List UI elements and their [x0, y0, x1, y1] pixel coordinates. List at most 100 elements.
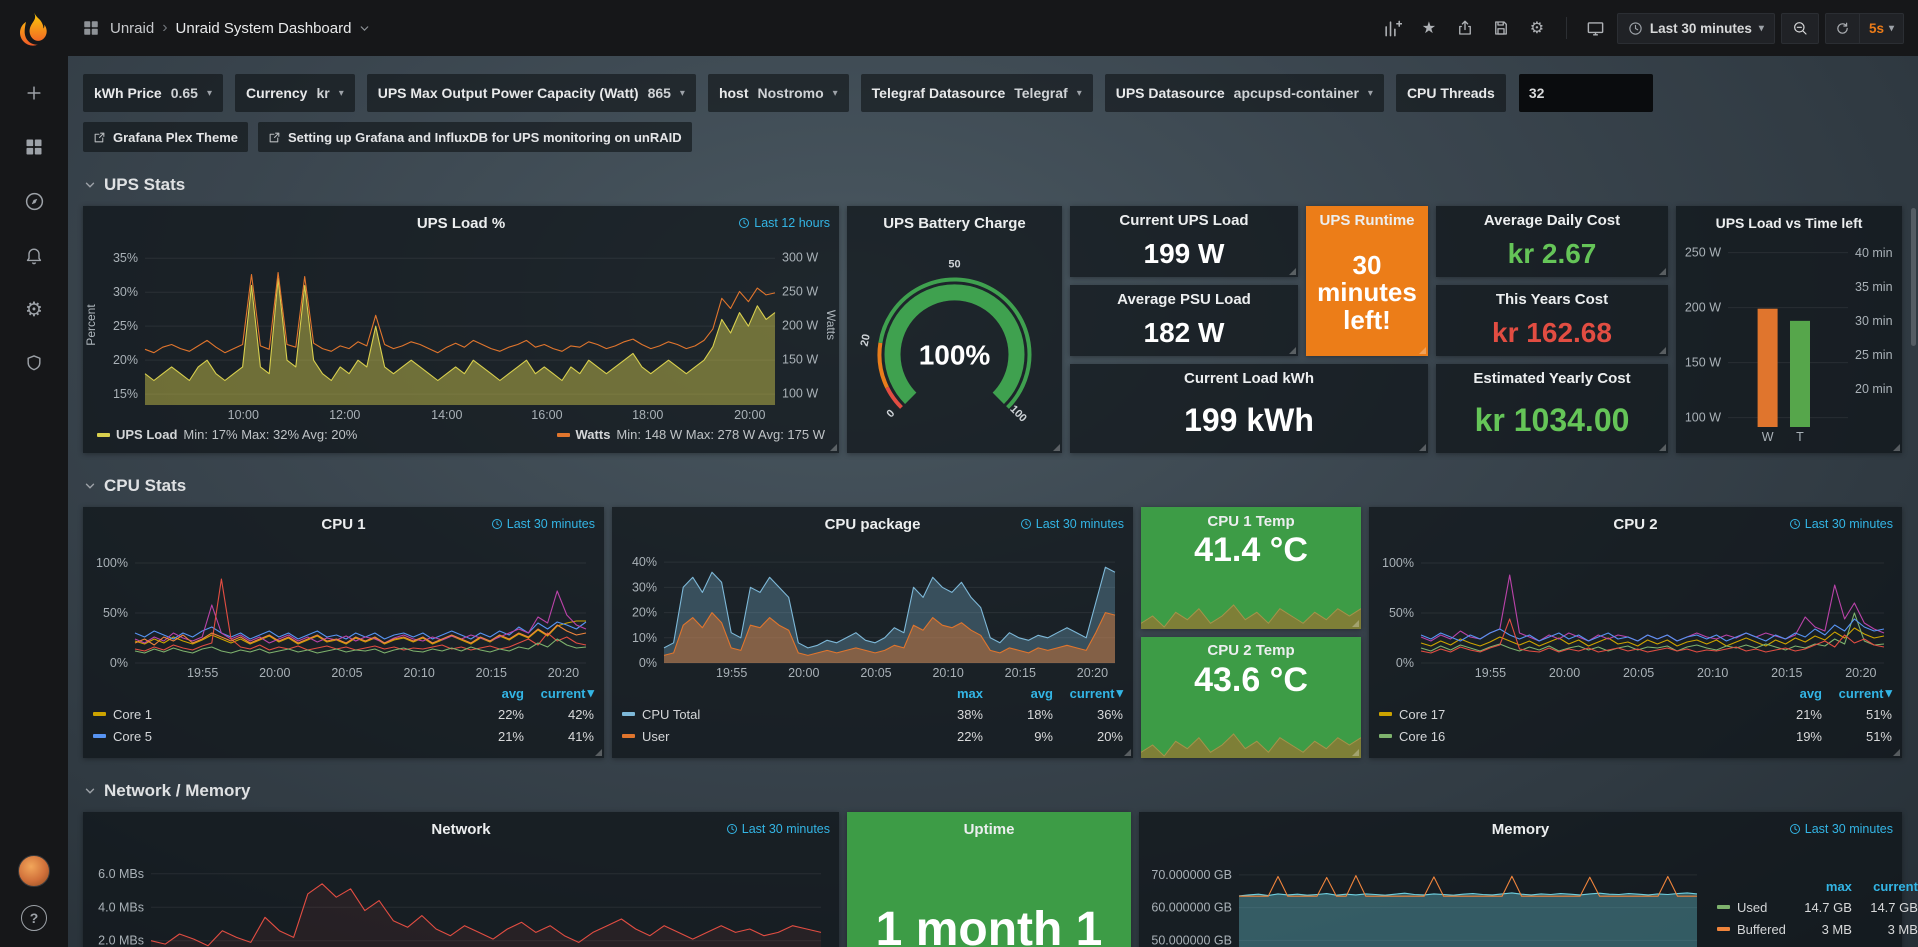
breadcrumb-app[interactable]: Unraid [110, 20, 154, 37]
svg-text:20:00: 20:00 [259, 666, 290, 680]
svg-text:2.0 MBs: 2.0 MBs [98, 934, 144, 947]
variable-currency[interactable]: Currency kr ▾ [235, 74, 355, 112]
svg-text:30 min: 30 min [1855, 314, 1893, 328]
stat-value: 30 minutes left! [1306, 252, 1428, 334]
time-picker-button[interactable]: Last 30 minutes ▾ [1617, 13, 1775, 44]
scrollbar[interactable] [1911, 208, 1916, 346]
legend-row[interactable]: Core 1 22% 42% [93, 703, 594, 725]
ups-load-chart[interactable]: 15%20%25%30%35%100 W150 W200 W250 W300 W… [101, 240, 821, 423]
svg-text:20:15: 20:15 [1771, 666, 1802, 680]
caret-down-icon: ▾ [1889, 23, 1894, 34]
panel-average-psu-load: Average PSU Load 182 W [1070, 285, 1298, 356]
svg-text:19:55: 19:55 [1475, 666, 1506, 680]
panel-header[interactable]: CPU 1 Last 30 minutes [83, 507, 604, 541]
row-header-network-memory[interactable]: Network / Memory [83, 778, 1908, 804]
row-header-ups-stats[interactable]: UPS Stats [83, 172, 1908, 198]
svg-text:19:55: 19:55 [187, 666, 218, 680]
stat-value: 182 W [1144, 318, 1225, 347]
refresh-button[interactable] [1826, 14, 1859, 43]
star-button[interactable]: ★ [1414, 13, 1444, 43]
panel-cpu-1: CPU 1 Last 30 minutes 0%50%100%19:5520:0… [83, 507, 604, 758]
svg-text:50%: 50% [1389, 606, 1414, 620]
svg-text:20:00: 20:00 [788, 666, 819, 680]
variable-ups-datasource[interactable]: UPS Datasource apcupsd-container ▾ [1105, 74, 1384, 112]
panel-header[interactable]: CPU 2 Last 30 minutes [1369, 507, 1902, 541]
breadcrumb-dashboard[interactable]: Unraid System Dashboard [176, 20, 352, 37]
variable-host[interactable]: host Nostromo ▾ [708, 74, 849, 112]
panel-header[interactable]: UPS Load % Last 12 hours [83, 206, 839, 240]
chevron-down-icon[interactable] [358, 22, 371, 35]
svg-text:0%: 0% [639, 656, 657, 670]
server-admin-shield-icon[interactable] [17, 346, 51, 380]
panel-header[interactable]: UPS Load vs Time left [1676, 206, 1902, 240]
ups-battery-gauge[interactable]: 02050100100% [855, 240, 1054, 445]
svg-text:19:55: 19:55 [716, 666, 747, 680]
configuration-gear-icon[interactable]: ⚙ [17, 292, 51, 326]
zoom-out-button[interactable] [1781, 13, 1819, 44]
save-button[interactable] [1486, 13, 1516, 43]
panel-header[interactable]: UPS Battery Charge [847, 206, 1062, 240]
legend-row[interactable]: CPU Total 38% 18% 36% [622, 703, 1123, 725]
explore-icon[interactable] [17, 184, 51, 218]
legend-item[interactable]: UPS Load Min: 17% Max: 32% Avg: 20% [97, 427, 357, 442]
legend: avg current▾ Core 1 22% 42% Core 5 [93, 683, 594, 747]
ups-stats-row: UPS Load % Last 12 hours Percent 15%20%2… [83, 206, 1908, 453]
dashboard-links: Grafana Plex Theme Setting up Grafana an… [83, 122, 1908, 152]
grafana-logo[interactable] [14, 10, 54, 50]
share-button[interactable] [1450, 13, 1480, 43]
svg-text:250 W: 250 W [782, 285, 818, 299]
panel-header[interactable]: Uptime [847, 812, 1131, 846]
panel-header[interactable]: CPU package Last 30 minutes [612, 507, 1133, 541]
legend-row[interactable]: User 22% 9% 20% [622, 725, 1123, 747]
refresh-interval-button[interactable]: 5s ▾ [1859, 14, 1903, 43]
cpu-threads-input[interactable] [1519, 74, 1653, 112]
legend-row[interactable]: Core 17 21% 51% [1379, 703, 1892, 725]
svg-text:40 min: 40 min [1855, 246, 1893, 260]
cycle-view-button[interactable] [1581, 13, 1611, 43]
variable-ups-max-output[interactable]: UPS Max Output Power Capacity (Watt) 865… [367, 74, 696, 112]
alerting-bell-icon[interactable] [17, 238, 51, 272]
link-ups-monitoring-guide[interactable]: Setting up Grafana and InfluxDB for UPS … [258, 122, 692, 152]
sort-caret-icon: ▾ [587, 685, 594, 701]
svg-text:100%: 100% [1382, 556, 1414, 570]
panel-ups-load: UPS Load % Last 12 hours Percent 15%20%2… [83, 206, 839, 453]
help-icon[interactable]: ? [21, 905, 47, 931]
memory-chart[interactable]: 50.000000 GB60.000000 GB70.000000 GB [1147, 846, 1707, 947]
ups-vs-time-bar-chart[interactable]: 100 W150 W200 W250 W20 min25 min30 min35… [1684, 240, 1894, 445]
svg-text:50.000000 GB: 50.000000 GB [1151, 933, 1232, 947]
legend-row[interactable]: Used 14.7 GB 14.7 GB [1717, 896, 1918, 918]
dashboards-icon[interactable] [17, 130, 51, 164]
panel-header[interactable]: Memory Last 30 minutes [1139, 812, 1902, 846]
network-chart[interactable]: 2.0 MBs4.0 MBs6.0 MBs [91, 846, 831, 947]
svg-text:20%: 20% [113, 353, 138, 367]
dashboard-body: kWh Price 0.65 ▾ Currency kr ▾ UPS Max O… [68, 56, 1918, 947]
chevron-down-icon [83, 784, 97, 798]
svg-text:16:00: 16:00 [531, 408, 562, 422]
cpu2-chart[interactable]: 0%50%100%19:5520:0020:0520:1020:1520:20 [1377, 541, 1894, 681]
stat-value: 41.4 °C [1194, 533, 1308, 569]
refresh-interval-label: 5s [1869, 21, 1884, 36]
cpu-stats-row: CPU 1 Last 30 minutes 0% 50% 100% 19:55 20:0… [83, 507, 1908, 758]
panel-header[interactable]: Network Last 30 minutes [83, 812, 839, 846]
link-grafana-plex-theme[interactable]: Grafana Plex Theme [83, 122, 248, 152]
svg-text:20:05: 20:05 [1623, 666, 1654, 680]
variable-telegraf-datasource[interactable]: Telegraf Datasource Telegraf ▾ [861, 74, 1093, 112]
sort-caret-icon: ▾ [1116, 685, 1123, 701]
caret-down-icon: ▾ [1759, 23, 1764, 34]
legend-swatch [93, 734, 106, 738]
panel-ups-battery-charge: UPS Battery Charge 02050100100% [847, 206, 1062, 453]
user-avatar[interactable] [18, 855, 50, 887]
row-header-cpu-stats[interactable]: CPU Stats [83, 473, 1908, 499]
legend-row[interactable]: Core 16 19% 51% [1379, 725, 1892, 747]
svg-text:0: 0 [884, 407, 897, 420]
svg-text:35 min: 35 min [1855, 280, 1893, 294]
create-icon[interactable] [17, 76, 51, 110]
legend-item[interactable]: Watts Min: 148 W Max: 278 W Avg: 175 W [557, 427, 825, 442]
legend-row[interactable]: Core 5 21% 41% [93, 725, 594, 747]
add-panel-button[interactable] [1378, 13, 1408, 43]
cpu-package-chart[interactable]: 0%10%20%30%40%19:5520:0020:0520:1020:152… [620, 541, 1125, 681]
variable-kwh-price[interactable]: kWh Price 0.65 ▾ [83, 74, 223, 112]
legend-row[interactable]: Buffered 3 MB 3 MB [1717, 918, 1918, 940]
cpu1-chart[interactable]: 0%50%100%19:5520:0020:0520:1020:1520:20 [91, 541, 596, 681]
settings-gear-icon[interactable]: ⚙ [1522, 13, 1552, 43]
